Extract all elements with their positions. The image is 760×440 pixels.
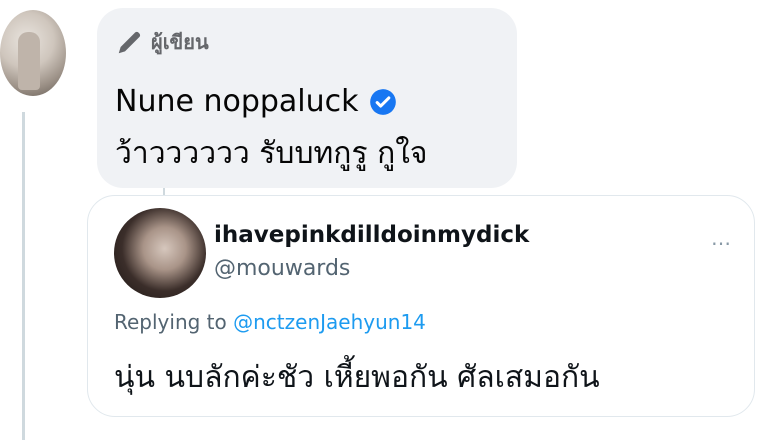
more-options-icon[interactable]: … xyxy=(711,226,732,250)
thread-line xyxy=(22,112,25,440)
comment-text: ว้าวววววว รับบทกูรู กูใจ xyxy=(115,136,428,171)
quoted-avatar[interactable] xyxy=(114,208,206,298)
author-badge: ผู้เขียน xyxy=(115,26,209,58)
commenter-avatar[interactable] xyxy=(0,10,66,96)
comment-bubble: ผู้เขียน Nune noppaluck ว้าวววววว รับบทก… xyxy=(97,8,517,188)
replying-to-line: Replying to @nctzenJaehyun14 xyxy=(114,310,426,334)
quoted-display-name[interactable]: ihavepinkdilldoinmydick xyxy=(214,222,529,248)
quoted-handle[interactable]: @mouwards xyxy=(214,256,350,281)
comment-author-name[interactable]: Nune noppaluck xyxy=(115,84,359,119)
quoted-tweet-text: นุ่น นบลักค่ะชัว เหี้ยพอกัน ศัลเสมอกัน xyxy=(114,360,600,395)
replying-mention-link[interactable]: @nctzenJaehyun14 xyxy=(233,310,426,334)
author-badge-label: ผู้เขียน xyxy=(151,30,209,54)
replying-label: Replying to xyxy=(114,310,227,334)
quoted-tweet-card[interactable]: ihavepinkdilldoinmydick @mouwards … Repl… xyxy=(87,195,755,417)
pen-icon xyxy=(118,31,141,54)
verified-badge-icon xyxy=(369,88,396,115)
